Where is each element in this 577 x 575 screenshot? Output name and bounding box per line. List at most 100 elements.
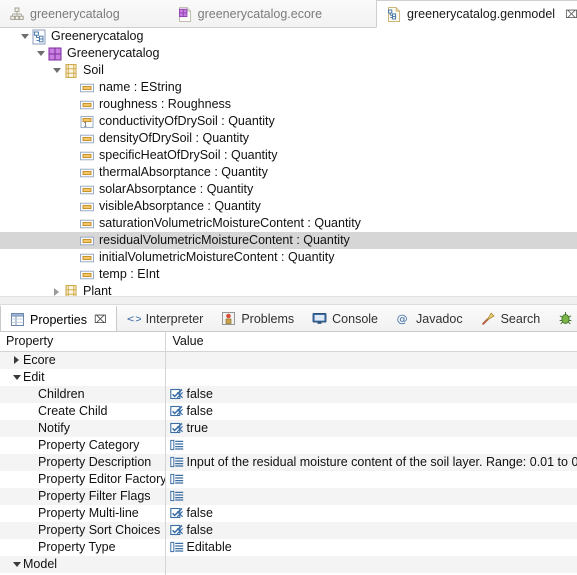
property-name-cell[interactable]: Model [0,556,165,573]
property-value-cell[interactable] [164,470,577,488]
tab-label: Properties [30,312,87,327]
property-name-label: Property Description [38,455,152,469]
properties-category-row[interactable]: Model [0,555,577,573]
tree-row-label: residualVolumetricMoistureContent : Quan… [99,233,350,247]
property-value-cell[interactable]: false [164,521,577,539]
tree-row-label: densityOfDrySoil : Quantity [99,131,250,145]
chevron-down-icon[interactable] [18,28,31,45]
property-value-cell[interactable]: Editable [164,538,577,556]
tree-row-label: Greenerycatalog [51,29,144,43]
property-value-cell[interactable] [164,555,577,573]
chevron-right-icon[interactable] [50,283,63,296]
property-value-label: false [186,506,213,520]
tab-label: Search [500,311,541,326]
property-value-cell[interactable] [164,368,577,386]
tree-row-label: initialVolumetricMoistureContent : Quant… [99,250,335,264]
tree-row[interactable]: visibleAbsorptance : Quantity [0,198,577,215]
properties-header-row: Property Value [0,332,577,352]
tree-row[interactable]: specificHeatOfDrySoil : Quantity [0,147,577,164]
tab-problems[interactable]: Problems [212,305,303,331]
editor-tab-greenerycatalog-ecore[interactable]: greenerycatalog.ecore [132,0,334,28]
tree-row[interactable]: Plant [0,283,577,296]
tab-interpreter[interactable]: <> Interpreter [117,305,213,331]
genmodel-tree[interactable]: Greenerycatalog Greenerycatalog Soil nam… [0,28,577,296]
property-name-cell[interactable]: Property Multi-line [0,505,165,522]
close-icon[interactable]: ⌧ [565,8,577,21]
property-name-cell[interactable]: Property Filter Flags [0,488,165,505]
property-value-cell[interactable] [164,436,577,454]
chevron-down-icon[interactable] [34,45,47,62]
chevron-down-icon[interactable] [50,62,63,79]
properties-row[interactable]: Property Editor Factory [0,470,577,488]
properties-row[interactable]: Property Filter Flags [0,487,577,505]
properties-category-row[interactable]: Ecore [0,351,577,369]
property-name-cell[interactable]: Property Description [0,454,165,471]
properties-table: Property Value Ecore Edit Children false… [0,332,577,575]
tree-row[interactable]: solarAbsorptance : Quantity [0,181,577,198]
boolean-value-icon [169,388,184,401]
properties-row[interactable]: Property Sort Choices false [0,521,577,539]
property-name-cell[interactable]: Ecore [0,351,165,369]
properties-row[interactable]: Property Description Input of the residu… [0,453,577,471]
tab-debug[interactable]: Debug [549,305,577,331]
tree-row[interactable]: initialVolumetricMoistureContent : Quant… [0,249,577,266]
attribute-icon [79,182,95,198]
property-name-cell[interactable]: Notify [0,420,165,437]
tree-row[interactable]: saturationVolumetricMoistureContent : Qu… [0,215,577,232]
property-value-cell[interactable]: false [164,385,577,403]
column-header-property[interactable]: Property [0,332,165,352]
properties-row[interactable]: Property Multi-line false [0,504,577,522]
property-name-cell[interactable]: Property Editor Factory [0,471,165,488]
editor-tab-greenerycatalog-genmodel[interactable]: greenerycatalog.genmodel ⌧ [376,0,577,28]
properties-row[interactable]: Children false [0,385,577,403]
chevron-right-icon[interactable] [10,352,23,369]
property-value-cell[interactable] [164,351,577,369]
properties-view[interactable]: Property Value Ecore Edit Children false… [0,332,577,575]
tree-row[interactable]: thermalAbsorptance : Quantity [0,164,577,181]
tree-row[interactable]: Soil [0,62,577,79]
editor-tab-greenerycatalog[interactable]: greenerycatalog [0,0,132,28]
properties-row[interactable]: Create Child false [0,402,577,420]
tree-row[interactable]: Greenerycatalog [0,28,577,45]
properties-row[interactable]: Property Category [0,436,577,454]
tab-search[interactable]: Search [472,305,550,331]
property-name-cell[interactable]: Edit [0,369,165,386]
pane-splitter[interactable] [0,296,577,305]
property-value-cell[interactable] [164,487,577,505]
attribute-icon [79,80,95,96]
property-name-label: Children [38,387,85,401]
properties-row[interactable]: Property Type Editable [0,538,577,556]
property-name-cell[interactable]: Property Type [0,539,165,556]
attribute-icon [79,233,95,249]
chevron-down-icon[interactable] [10,369,23,386]
tab-properties[interactable]: Properties ⌧ [0,305,117,331]
close-icon[interactable]: ⌧ [94,313,107,326]
properties-category-row[interactable]: Edit [0,368,577,386]
column-header-value[interactable]: Value [164,332,577,352]
property-value-cell[interactable]: Input of the residual moisture content o… [164,453,577,471]
property-name-cell[interactable]: Create Child [0,403,165,420]
property-value-label: Input of the residual moisture content o… [186,455,577,469]
properties-row[interactable]: Notify true [0,419,577,437]
property-name-cell[interactable]: Property Category [0,437,165,454]
tree-row[interactable]: temp : EInt [0,266,577,283]
tree-row-selected[interactable]: residualVolumetricMoistureContent : Quan… [0,232,577,249]
tab-javadoc[interactable]: @ Javadoc [387,305,472,331]
property-value-cell[interactable]: false [164,402,577,420]
attribute-icon [79,250,95,266]
tree-row[interactable]: roughness : Roughness [0,96,577,113]
tree-row[interactable]: name : EString [0,79,577,96]
tab-label: Problems [241,311,295,326]
class-icon [63,284,79,296]
view-tab-bar: Properties ⌧ <> Interpreter Problems [0,305,577,332]
tab-console[interactable]: Console [303,305,387,331]
property-name-cell[interactable]: Children [0,386,165,403]
property-name-cell[interactable]: Property Sort Choices [0,522,165,539]
tree-row-label: roughness : Roughness [99,97,232,111]
tree-row[interactable]: densityOfDrySoil : Quantity [0,130,577,147]
property-value-cell[interactable]: false [164,504,577,522]
tree-row[interactable]: 1 conductivityOfDrySoil : Quantity [0,113,577,130]
property-value-cell[interactable]: true [164,419,577,437]
tree-row[interactable]: Greenerycatalog [0,45,577,62]
chevron-down-icon[interactable] [10,556,23,573]
